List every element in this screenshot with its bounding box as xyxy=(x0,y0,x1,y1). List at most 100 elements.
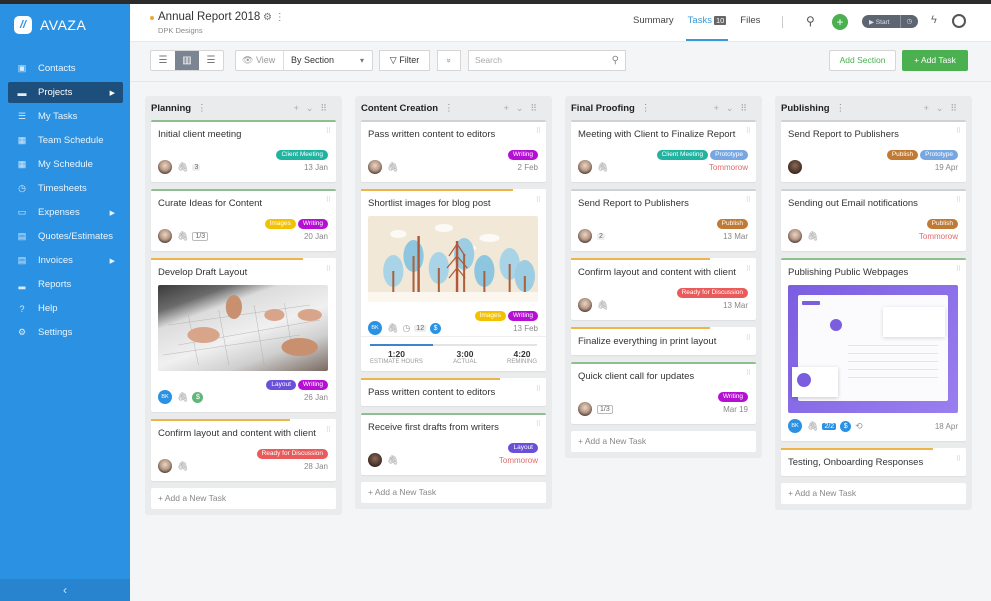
add-task-button[interactable]: + Add Task xyxy=(902,50,968,71)
expand-collapse-button[interactable]: » xyxy=(437,50,461,71)
assignee-avatar[interactable] xyxy=(158,459,172,473)
logo[interactable]: // AVAZA xyxy=(0,4,130,46)
drag-handle-icon[interactable]: ⠿ xyxy=(950,103,964,113)
assignee-avatar[interactable]: BK xyxy=(158,390,172,404)
drag-handle-icon[interactable]: ⠿ xyxy=(746,369,751,377)
notifications-bolt-icon[interactable]: ϟ xyxy=(931,14,937,26)
gantt-view-button[interactable]: ☰ xyxy=(199,51,223,70)
sidebar-item-reports[interactable]: ▂ Reports xyxy=(8,274,123,295)
task-card[interactable]: ⠿ Initial client meeting Client Meeting 🖇 3 1… xyxy=(151,120,336,182)
drag-handle-icon[interactable]: ⠿ xyxy=(956,455,961,463)
column-menu-icon[interactable]: ⋮ xyxy=(444,103,454,114)
assignee-avatar[interactable] xyxy=(368,160,382,174)
assignee-avatar[interactable] xyxy=(158,160,172,174)
add-section-button[interactable]: Add Section xyxy=(829,50,896,71)
task-card[interactable]: ⠿ Pass written content to editors xyxy=(361,378,546,406)
quick-add-button[interactable]: + xyxy=(832,14,848,30)
assignee-avatar[interactable] xyxy=(788,160,802,174)
column-menu-icon[interactable]: ⋮ xyxy=(836,103,846,114)
task-card[interactable]: ⠿ Quick client call for updates Writing 1/3… xyxy=(571,362,756,424)
add-task-plus-icon[interactable]: + xyxy=(714,103,726,113)
task-card[interactable]: ⠿ Shortlist images for blog post Images Wri… xyxy=(361,189,546,371)
sidebar-item-my-tasks[interactable]: ☰ My Tasks xyxy=(8,106,123,127)
assignee-avatar[interactable]: BK xyxy=(368,321,382,335)
sidebar-item-quotes-estimates[interactable]: ▤ Quotes/Estimates xyxy=(8,226,123,247)
sidebar-item-team-schedule[interactable]: ▦ Team Schedule xyxy=(8,130,123,151)
sidebar-item-projects[interactable]: ▬ Projects ▶ xyxy=(8,82,123,103)
task-search-input[interactable]: Search ⚲ xyxy=(468,50,626,71)
add-new-task-button[interactable]: + Add a New Task xyxy=(571,431,756,452)
sidebar-item-expenses[interactable]: ▭ Expenses ▶ xyxy=(8,202,123,223)
assignee-avatar[interactable] xyxy=(578,298,592,312)
drag-handle-icon[interactable]: ⠿ xyxy=(536,196,541,204)
list-view-button[interactable]: ☰ xyxy=(151,51,175,70)
search-icon[interactable]: ⚲ xyxy=(806,14,815,28)
task-card[interactable]: ⠿ Testing, Onboarding Responses xyxy=(781,448,966,476)
drag-handle-icon[interactable]: ⠿ xyxy=(326,265,331,273)
task-card[interactable]: ⠿ Pass written content to editors Writing 🖇… xyxy=(361,120,546,182)
group-by-select[interactable]: By Section xyxy=(284,51,372,70)
drag-handle-icon[interactable]: ⠿ xyxy=(746,196,751,204)
drag-handle-icon[interactable]: ⠿ xyxy=(956,127,961,135)
task-card[interactable]: ⠿ Develop Draft Layout Layout Writing BK 🖇 $26… xyxy=(151,258,336,412)
drag-handle-icon[interactable]: ⠿ xyxy=(956,265,961,273)
drag-handle-icon[interactable]: ⠿ xyxy=(746,127,751,135)
drag-handle-icon[interactable]: ⠿ xyxy=(746,334,751,342)
drag-handle-icon[interactable]: ⠿ xyxy=(326,196,331,204)
task-card[interactable]: ⠿ Send Report to Publishers Publish Prototy… xyxy=(781,120,966,182)
collapse-sidebar-button[interactable]: ‹ xyxy=(0,579,130,601)
project-settings-icon[interactable]: ⚙ ⋮ xyxy=(263,12,285,23)
collapse-chevron-icon[interactable]: ⌄ xyxy=(726,103,741,113)
tab-files[interactable]: Files xyxy=(740,15,760,41)
task-card[interactable]: ⠿ Meeting with Client to Finalize Report C… xyxy=(571,120,756,182)
assignee-avatar[interactable] xyxy=(578,160,592,174)
drag-handle-icon[interactable]: ⠿ xyxy=(320,103,334,113)
task-card[interactable]: ⠿ Confirm layout and content with client R… xyxy=(571,258,756,320)
task-card[interactable]: ⠿ Curate Ideas for Content Images Writing 🖇 1… xyxy=(151,189,336,251)
sidebar-item-contacts[interactable]: ▣ Contacts xyxy=(8,58,123,79)
add-new-task-button[interactable]: + Add a New Task xyxy=(151,488,336,509)
task-card[interactable]: ⠿ Receive first drafts from writers Layout… xyxy=(361,413,546,475)
user-avatar-icon[interactable] xyxy=(952,14,966,28)
add-task-plus-icon[interactable]: + xyxy=(294,103,306,113)
sidebar-item-settings[interactable]: ⚙ Settings xyxy=(8,322,123,343)
timer-clock-icon[interactable]: ◷ xyxy=(900,15,918,28)
collapse-chevron-icon[interactable]: ⌄ xyxy=(516,103,531,113)
task-card[interactable]: ⠿ Publishing Public Webpages BK 🖇 2/2 $ ⟲ 18 Ap… xyxy=(781,258,966,441)
assignee-avatar[interactable] xyxy=(578,402,592,416)
tab-summary[interactable]: Summary xyxy=(633,15,674,41)
drag-handle-icon[interactable]: ⠿ xyxy=(536,420,541,428)
add-new-task-button[interactable]: + Add a New Task xyxy=(781,483,966,504)
task-card[interactable]: ⠿ Sending out Email notifications Publish 🖇… xyxy=(781,189,966,251)
collapse-chevron-icon[interactable]: ⌄ xyxy=(936,103,951,113)
tab-tasks[interactable]: Tasks 10 xyxy=(685,15,728,41)
assignee-avatar[interactable]: BK xyxy=(788,419,802,433)
task-card[interactable]: ⠿ Finalize everything in print layout xyxy=(571,327,756,355)
add-new-task-button[interactable]: + Add a New Task xyxy=(361,482,546,503)
drag-handle-icon[interactable]: ⠿ xyxy=(536,385,541,393)
collapse-chevron-icon[interactable]: ⌄ xyxy=(306,103,321,113)
sidebar-item-my-schedule[interactable]: ▦ My Schedule xyxy=(8,154,123,175)
drag-handle-icon[interactable]: ⠿ xyxy=(740,103,754,113)
sidebar-item-invoices[interactable]: ▤ Invoices ▶ xyxy=(8,250,123,271)
drag-handle-icon[interactable]: ⠿ xyxy=(326,127,331,135)
column-menu-icon[interactable]: ⋮ xyxy=(641,103,651,114)
sidebar-item-help[interactable]: ? Help xyxy=(8,298,123,319)
assignee-avatar[interactable] xyxy=(158,229,172,243)
drag-handle-icon[interactable]: ⠿ xyxy=(956,196,961,204)
timer-start-button[interactable]: ▶ Start ◷ xyxy=(862,15,918,28)
column-menu-icon[interactable]: ⋮ xyxy=(197,103,207,114)
add-task-plus-icon[interactable]: + xyxy=(504,103,516,113)
assignee-avatar[interactable] xyxy=(368,453,382,467)
task-card[interactable]: ⠿ Confirm layout and content with client R… xyxy=(151,419,336,481)
sidebar-item-timesheets[interactable]: ◷ Timesheets xyxy=(8,178,123,199)
drag-handle-icon[interactable]: ⠿ xyxy=(326,426,331,434)
drag-handle-icon[interactable]: ⠿ xyxy=(536,127,541,135)
add-task-plus-icon[interactable]: + xyxy=(924,103,936,113)
assignee-avatar[interactable] xyxy=(578,229,592,243)
drag-handle-icon[interactable]: ⠿ xyxy=(746,265,751,273)
assignee-avatar[interactable] xyxy=(788,229,802,243)
kanban-view-button[interactable]: ▥ xyxy=(175,51,199,70)
drag-handle-icon[interactable]: ⠿ xyxy=(530,103,544,113)
task-card[interactable]: ⠿ Send Report to Publishers Publish 2 13 Mar xyxy=(571,189,756,251)
